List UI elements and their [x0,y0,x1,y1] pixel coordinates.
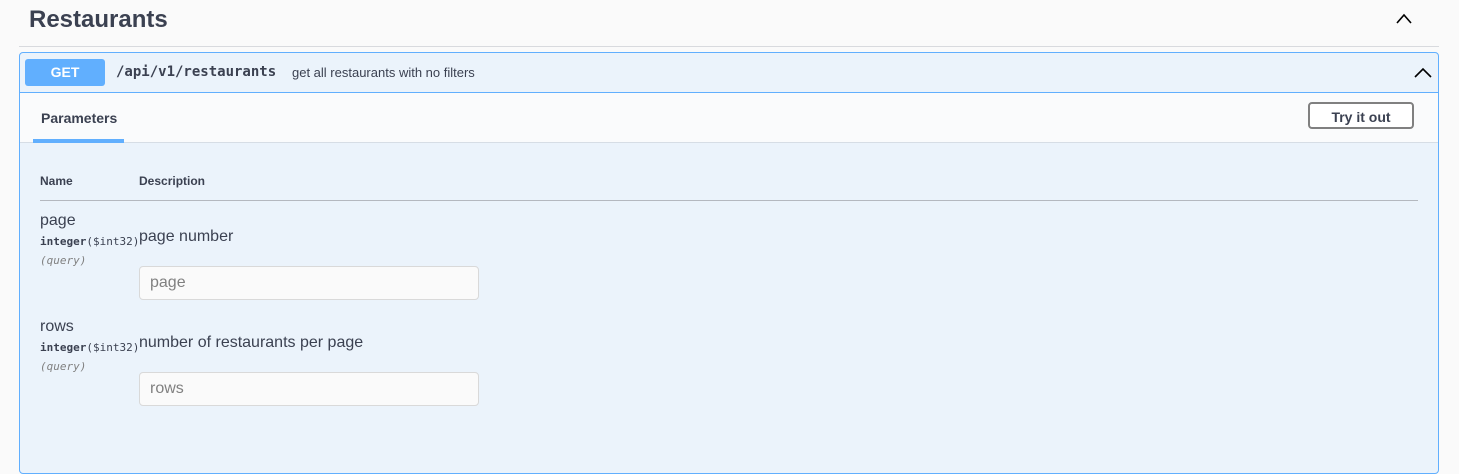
param-type: integer($int32) [40,235,140,248]
param-description: page number [139,228,234,245]
tab-parameters[interactable]: Parameters [33,93,124,143]
param-name: page [40,212,76,229]
method-badge: GET [25,59,105,86]
tab-parameters-label: Parameters [41,110,118,126]
param-type: integer($int32) [40,341,140,354]
param-location: (query) [40,360,87,373]
section-header[interactable]: Restaurants [19,0,1439,47]
operation-summary[interactable]: GET /api/v1/restaurants get all restaura… [20,53,1438,93]
operation-block: GET /api/v1/restaurants get all restaura… [19,52,1439,474]
page-input[interactable] [139,266,479,300]
chevron-up-icon[interactable] [1396,12,1412,26]
param-description: number of restaurants per page [139,334,364,351]
param-name: rows [40,318,74,335]
endpoint-path: /api/v1/restaurants [116,64,277,80]
try-it-out-button[interactable]: Try it out [1308,102,1414,129]
param-location: (query) [40,254,87,267]
column-header-name: Name [40,174,73,188]
section-title: Restaurants [29,6,168,33]
chevron-up-icon[interactable] [1414,66,1432,80]
tabs-bar: Parameters Try it out [20,93,1438,143]
rows-input[interactable] [139,372,479,406]
column-header-description: Description [139,174,206,188]
header-divider [40,200,1418,201]
operation-summary-text: get all restaurants with no filters [292,65,475,80]
